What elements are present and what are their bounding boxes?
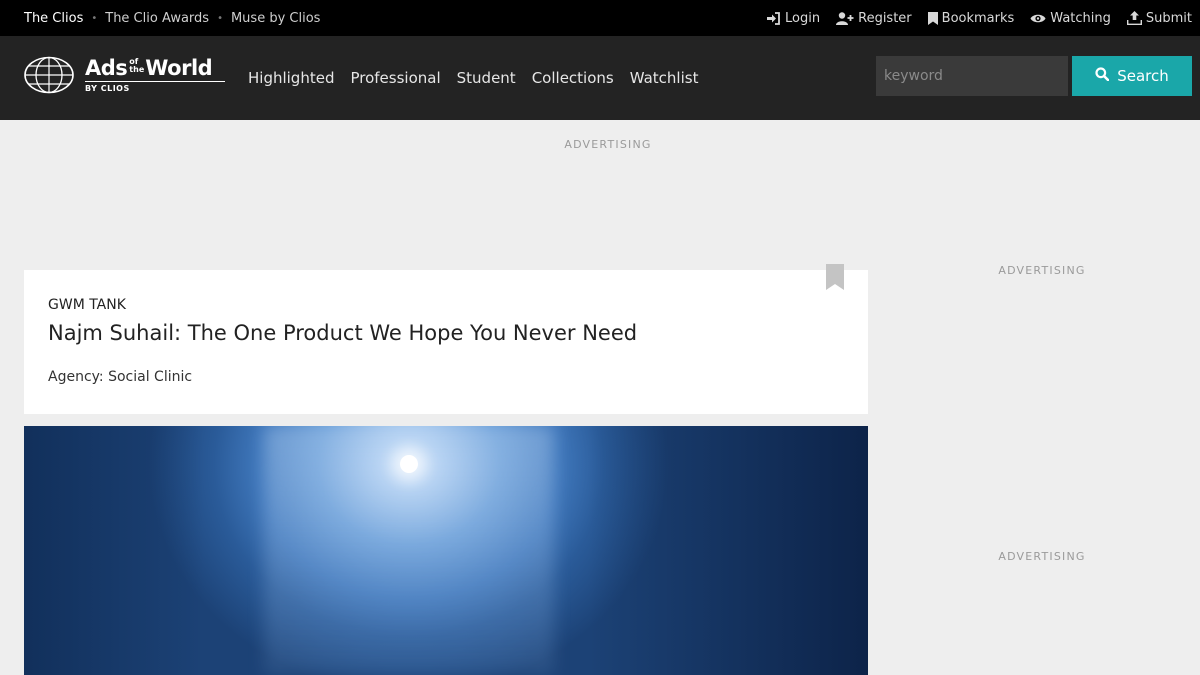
bookmark-ribbon-icon[interactable] — [826, 264, 844, 294]
nav-collections[interactable]: Collections — [532, 69, 614, 87]
top-bar: The Clios • The Clio Awards • Muse by Cl… — [0, 0, 1200, 36]
link-the-clio-awards[interactable]: The Clio Awards — [105, 11, 209, 26]
sign-in-icon — [766, 11, 785, 25]
submit-link[interactable]: Submit — [1126, 11, 1192, 26]
article-title: Najm Suhail: The One Product We Hope You… — [48, 321, 638, 345]
nav-highlighted[interactable]: Highlighted — [248, 69, 334, 87]
search-button[interactable]: Search — [1072, 56, 1192, 96]
link-the-clios[interactable]: The Clios — [24, 11, 83, 26]
upload-icon — [1126, 11, 1146, 25]
register-link[interactable]: Register — [836, 11, 912, 26]
logo-rule — [85, 81, 225, 82]
bookmarks-link[interactable]: Bookmarks — [927, 11, 1014, 26]
advertising-label-sidebar-1: ADVERTISING — [998, 264, 1086, 277]
ads-of-the-world-logo[interactable]: Ads of theWorld BY CLIOS — [24, 56, 226, 96]
nav-professional[interactable]: Professional — [350, 69, 440, 87]
clios-network-links: The Clios • The Clio Awards • Muse by Cl… — [24, 0, 320, 36]
article-agency[interactable]: Agency: Social Clinic — [48, 369, 192, 385]
nav-student[interactable]: Student — [457, 69, 516, 87]
link-muse-by-clios[interactable]: Muse by Clios — [231, 11, 320, 26]
advertising-label-top: ADVERTISING — [564, 138, 652, 151]
watching-link[interactable]: Watching — [1030, 11, 1111, 26]
logo-byline: BY CLIOS — [85, 84, 130, 93]
search-icon — [1095, 67, 1117, 85]
login-link[interactable]: Login — [766, 11, 820, 26]
eye-icon — [1030, 13, 1050, 24]
main-nav: Highlighted Professional Student Collect… — [248, 36, 714, 120]
user-plus-icon — [836, 11, 858, 25]
article-brand[interactable]: GWM TANK — [48, 297, 126, 313]
search-input[interactable] — [876, 56, 1068, 96]
logo-wordmark: Ads of theWorld — [85, 56, 213, 80]
advertising-label-sidebar-2: ADVERTISING — [998, 550, 1086, 563]
site-header: Ads of theWorld BY CLIOS Highlighted Profe… — [0, 36, 1200, 120]
separator: • — [217, 12, 223, 24]
separator: • — [91, 12, 98, 24]
bookmark-icon — [927, 11, 942, 25]
article-hero-image[interactable] — [24, 426, 868, 675]
user-links: Login Register Bookmarks Watching Submit — [750, 0, 1192, 36]
nav-watchlist[interactable]: Watchlist — [630, 69, 699, 87]
light-glow — [400, 455, 418, 473]
article-header-card: GWM TANK Najm Suhail: The One Product We… — [24, 264, 868, 414]
